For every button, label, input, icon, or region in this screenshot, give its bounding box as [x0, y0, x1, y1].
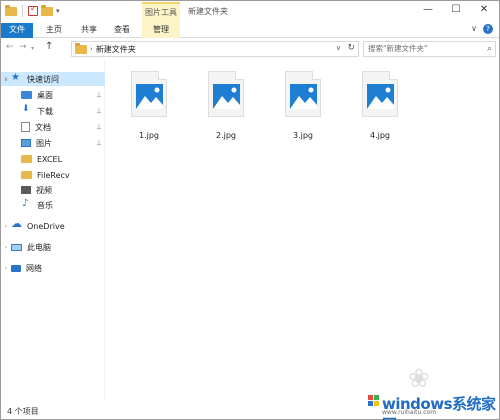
expand-chevron-icon[interactable]: ›	[1, 223, 11, 230]
expand-chevron-icon[interactable]: ›	[1, 244, 11, 251]
sidebar-item-label: 快速访问	[27, 74, 59, 84]
pin-icon: ⊥	[95, 123, 102, 131]
file-name: 1.jpg	[138, 131, 159, 140]
folder-icon	[75, 42, 87, 54]
explorer-window: ▾ 图片工具 新建文件夹 — ☐ ✕ 文件 主页 共享 查看 管理 ∨ ? ← …	[0, 0, 500, 420]
breadcrumb-current[interactable]: 新建文件夹	[96, 44, 136, 55]
sidebar-item-this-pc[interactable]: › 此电脑	[1, 240, 105, 254]
watermark: ❀ windows系统家园 www.ruihaitu.com	[368, 364, 496, 420]
sidebar-item-onedrive[interactable]: › OneDrive	[1, 217, 105, 233]
sidebar-item-label: EXCEL	[37, 154, 63, 164]
file-item[interactable]: 2.jpg	[196, 71, 256, 140]
address-dropdown-button[interactable]: ∨	[336, 44, 341, 52]
sidebar-item-label: 下载	[37, 106, 53, 116]
divider	[22, 5, 23, 17]
expand-chevron-icon[interactable]: ∨	[1, 76, 11, 83]
folder-icon	[21, 171, 32, 179]
file-name: 4.jpg	[369, 131, 390, 140]
file-item[interactable]: 4.jpg	[350, 71, 410, 140]
network-icon	[11, 264, 21, 272]
maximize-button[interactable]: ☐	[442, 1, 470, 21]
tab-manage[interactable]: 管理	[142, 23, 180, 38]
picture-tools-tab: 图片工具	[142, 2, 180, 23]
sidebar-item-network[interactable]: › 网络	[1, 261, 105, 275]
sidebar-item-quick-access[interactable]: ∨ 快速访问	[1, 72, 105, 86]
recent-locations-dropdown[interactable]: ▾	[31, 45, 34, 52]
image-file-icon	[285, 71, 321, 117]
quick-access-toolbar: ▾	[5, 4, 60, 17]
tab-view[interactable]: 查看	[109, 23, 135, 38]
sidebar-item-desktop[interactable]: 桌面 ⊥	[1, 88, 105, 102]
navigation-bar: ← → ▾ ↑ › 新建文件夹 ∨ ↻ 搜索"新建文件夹" ⌕	[1, 39, 499, 59]
sidebar-item-label: FileRecv	[37, 170, 70, 180]
folder-icon	[5, 4, 17, 16]
expand-ribbon-button[interactable]: ∨	[471, 24, 477, 34]
search-icon: ⌕	[486, 44, 492, 54]
sidebar-item-label: 视频	[36, 185, 52, 195]
up-button[interactable]: ↑	[45, 41, 53, 52]
pictures-icon	[21, 139, 31, 147]
music-icon	[21, 198, 32, 210]
document-icon	[21, 122, 30, 132]
image-file-icon	[362, 71, 398, 117]
close-button[interactable]: ✕	[470, 1, 498, 21]
file-name: 2.jpg	[215, 131, 236, 140]
file-list: 1.jpg 2.jpg 3.jpg 4.jpg	[107, 61, 499, 401]
this-pc-icon	[11, 243, 22, 251]
star-icon	[11, 72, 22, 84]
file-item[interactable]: 3.jpg	[273, 71, 333, 140]
tab-file[interactable]: 文件	[1, 23, 33, 38]
file-name: 3.jpg	[292, 131, 313, 140]
video-icon	[21, 186, 31, 194]
customize-toolbar-dropdown[interactable]: ▾	[56, 7, 60, 15]
back-button[interactable]: ←	[6, 42, 14, 52]
search-input[interactable]: 搜索"新建文件夹" ⌕	[363, 41, 496, 57]
new-folder-icon[interactable]	[41, 4, 53, 16]
sidebar-item-pictures[interactable]: 图片 ⊥	[1, 136, 105, 150]
pin-icon: ⊥	[95, 107, 102, 115]
ribbon-tabs: 文件 主页 共享 查看 管理 ∨ ?	[1, 23, 499, 38]
window-title: 新建文件夹	[188, 7, 228, 16]
sidebar-item-label: 音乐	[37, 200, 53, 210]
image-file-icon	[208, 71, 244, 117]
pin-icon: ⊥	[95, 139, 102, 147]
sidebar-item-videos[interactable]: 视频	[1, 183, 105, 197]
properties-check-icon[interactable]	[28, 4, 38, 16]
ribbon-controls: ∨ ?	[471, 24, 493, 34]
sidebar-item-music[interactable]: 音乐	[1, 198, 105, 212]
sidebar-item-documents[interactable]: 文档 ⊥	[1, 120, 105, 134]
minimize-button[interactable]: —	[414, 1, 442, 21]
search-placeholder: 搜索"新建文件夹"	[368, 44, 428, 53]
sidebar-item-label: 此电脑	[27, 242, 51, 252]
desktop-folder-icon	[21, 91, 32, 99]
sidebar-item-label: 图片	[36, 138, 52, 148]
sidebar-item-label: 网络	[26, 263, 42, 273]
pin-icon: ⊥	[95, 91, 102, 99]
windows-logo-icon	[368, 395, 380, 407]
onedrive-icon	[11, 217, 22, 231]
folder-icon	[21, 155, 32, 163]
file-item[interactable]: 1.jpg	[119, 71, 179, 140]
sidebar-item-label: 桌面	[37, 90, 53, 100]
expand-chevron-icon[interactable]: ›	[1, 265, 11, 272]
forward-button[interactable]: →	[19, 42, 27, 52]
sidebar-item-label: 文档	[35, 122, 51, 132]
image-file-icon	[131, 71, 167, 117]
sidebar-item-filerecv[interactable]: FileRecv	[1, 168, 105, 182]
sidebar-item-label: OneDrive	[27, 221, 65, 231]
address-bar[interactable]: › 新建文件夹 ∨ ↻	[71, 41, 359, 57]
item-count: 4 个项目	[7, 407, 39, 416]
watermark-url: www.ruihaitu.com	[382, 409, 437, 416]
breadcrumb-separator[interactable]: ›	[90, 45, 93, 53]
sidebar-item-excel[interactable]: EXCEL	[1, 152, 105, 166]
tab-home[interactable]: 主页	[41, 23, 67, 38]
navigation-pane: ∨ 快速访问 桌面 ⊥ 下载 ⊥ 文档 ⊥ 图片 ⊥ EXCEL	[1, 61, 105, 401]
refresh-button[interactable]: ↻	[347, 43, 355, 53]
tab-share[interactable]: 共享	[76, 23, 102, 38]
sidebar-item-downloads[interactable]: 下载 ⊥	[1, 104, 105, 118]
help-icon[interactable]: ?	[483, 24, 493, 34]
title-bar: ▾ 图片工具 新建文件夹 — ☐ ✕	[1, 1, 499, 23]
download-icon	[21, 104, 32, 116]
watermark-decoration: ❀	[408, 364, 430, 394]
